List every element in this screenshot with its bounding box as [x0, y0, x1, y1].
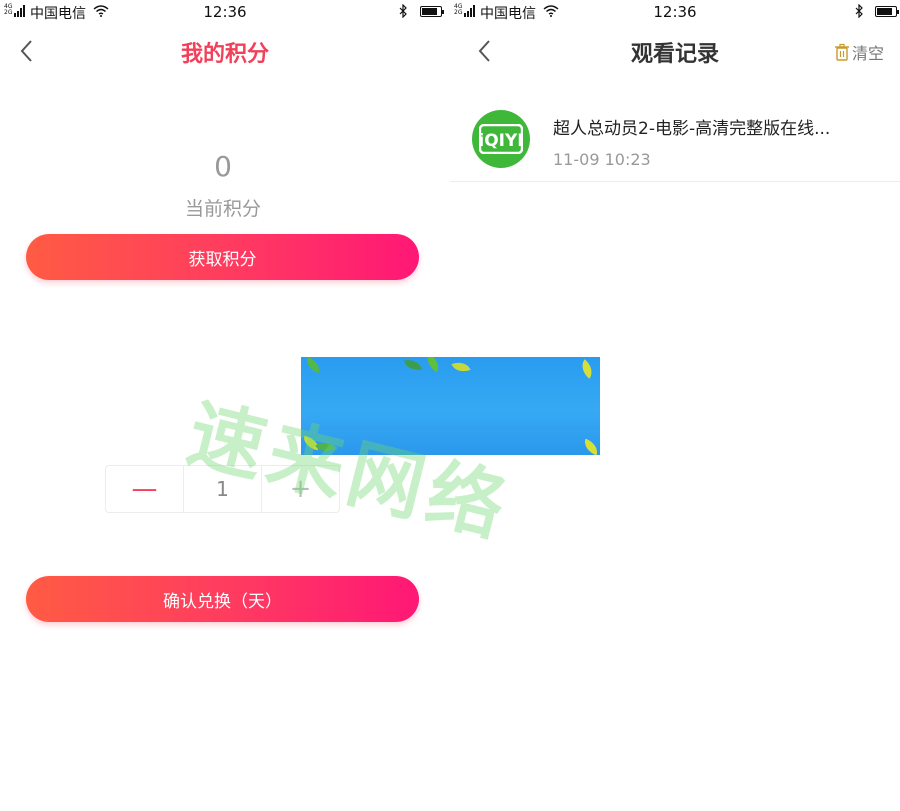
increment-button[interactable]: +	[261, 466, 339, 512]
svg-text:iQIYI: iQIYI	[479, 131, 523, 151]
nav-bar: 我的积分	[0, 24, 450, 78]
history-item-time: 11-09 10:23	[553, 150, 651, 169]
status-bar: 4G 2G 中国电信 12:36	[450, 0, 900, 24]
current-points-value: 0	[214, 150, 232, 183]
trash-icon	[834, 43, 849, 61]
current-points-label: 当前积分	[184, 198, 261, 220]
history-item-title: 超人总动员2-电影-高清完整版在线...	[553, 119, 831, 139]
history-list-item[interactable]: iQIYI 超人总动员2-电影-高清完整版在线... 11-09 10:23	[450, 100, 900, 182]
clear-label: 清空	[851, 44, 884, 63]
bluetooth-icon	[855, 4, 863, 18]
clear-history-button[interactable]: 清空	[834, 40, 884, 64]
clock: 12:36	[653, 3, 697, 21]
clock: 12:36	[203, 3, 247, 21]
iqiyi-logo-icon: iQIYI	[472, 110, 530, 168]
nav-bar: 观看记录 清空	[450, 24, 900, 78]
bluetooth-icon	[399, 4, 407, 18]
decrement-button[interactable]: —	[106, 466, 183, 512]
confirm-exchange-button[interactable]: 确认兑换（天）	[26, 576, 419, 622]
page-title: 观看记录	[630, 42, 719, 67]
battery-icon	[875, 6, 899, 17]
page-title: 我的积分	[180, 42, 269, 67]
status-bar: 4G 2G 中国电信 12:36	[0, 0, 450, 24]
ad-banner-image	[301, 357, 600, 455]
battery-icon	[420, 6, 444, 17]
quantity-stepper: — 1 +	[105, 465, 340, 513]
quantity-value[interactable]: 1	[183, 466, 261, 512]
get-points-button[interactable]: 获取积分	[26, 234, 419, 280]
